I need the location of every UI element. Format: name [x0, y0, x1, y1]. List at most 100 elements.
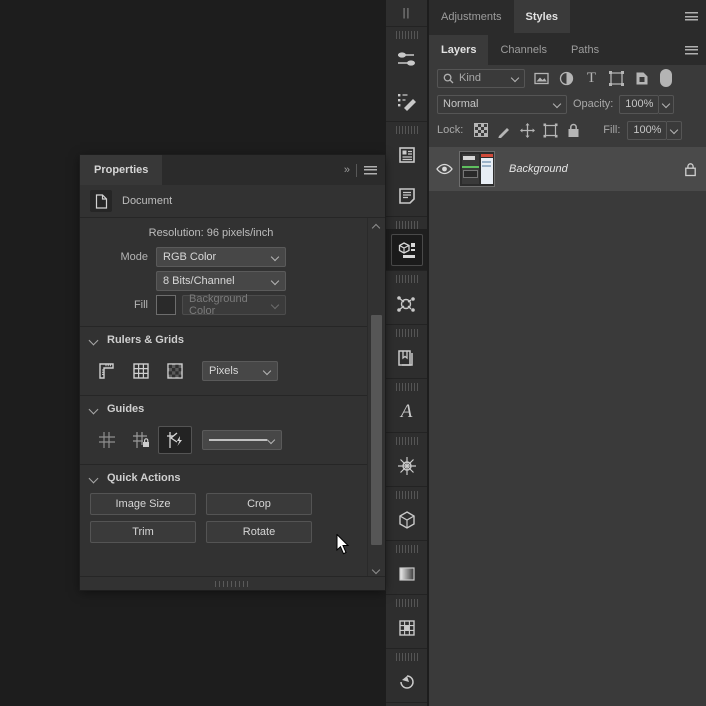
rail-grip[interactable] — [395, 545, 418, 553]
quick-actions-header[interactable]: Quick Actions — [80, 465, 368, 489]
rail-icon-paths[interactable] — [386, 283, 427, 324]
lock-position-button[interactable] — [516, 120, 538, 140]
fill-stepper[interactable] — [667, 120, 683, 140]
adjustments-styles-panel[interactable]: Adjustments Styles — [429, 0, 706, 33]
lock-all-button[interactable] — [562, 120, 584, 140]
units-select[interactable]: Pixels — [202, 361, 278, 381]
properties-tabbar[interactable]: Properties » — [80, 155, 385, 185]
layer-visibility-toggle[interactable] — [429, 163, 459, 175]
cube-list-icon — [398, 241, 415, 258]
rulers-grids-header[interactable]: Rulers & Grids — [80, 327, 368, 351]
rail-icon-brush-settings[interactable] — [386, 445, 427, 486]
rail-icon-notes[interactable] — [386, 175, 427, 216]
scrollbar-thumb[interactable] — [371, 315, 382, 545]
guides-title: Guides — [107, 403, 145, 415]
smart-guides-button[interactable] — [158, 426, 192, 454]
adjustments-tabbar[interactable]: Adjustments Styles — [429, 0, 706, 33]
rail-icon-history[interactable] — [386, 661, 427, 702]
lock-guides-button[interactable] — [124, 426, 158, 454]
fill-color-swatch[interactable] — [156, 295, 176, 315]
rail-grip[interactable] — [395, 275, 418, 283]
rail-grip[interactable] — [395, 31, 418, 39]
fill-select[interactable]: Background Color — [182, 293, 286, 317]
rail-icon-styles[interactable] — [386, 80, 427, 121]
panel-icon-rail[interactable]: || A — [386, 0, 427, 706]
crop-button[interactable]: Crop — [206, 493, 312, 515]
lock-row: Lock: Fill: 100% — [429, 117, 706, 143]
pattern-grid-icon — [398, 619, 415, 636]
rail-grip[interactable] — [395, 437, 418, 445]
fill-label: Fill — [133, 299, 148, 311]
image-size-button[interactable]: Image Size — [90, 493, 196, 515]
filter-type-button[interactable]: T — [579, 68, 604, 88]
type-T-icon: T — [586, 69, 597, 86]
rail-icon-patterns[interactable] — [386, 607, 427, 648]
properties-resize-grip[interactable] — [80, 576, 385, 590]
mode-value: RGB Color — [163, 251, 217, 263]
rail-grip[interactable] — [395, 383, 418, 391]
filter-adjustment-button[interactable] — [554, 68, 579, 88]
filter-shape-button[interactable] — [604, 68, 629, 88]
rail-icon-adjustments[interactable] — [386, 39, 427, 80]
properties-scroll-body[interactable]: Resolution: 96 pixels/inch Mode RGB Colo… — [80, 218, 385, 578]
tab-layers[interactable]: Layers — [429, 35, 489, 65]
rail-icon-properties[interactable] — [386, 134, 427, 175]
rail-grip[interactable] — [395, 221, 418, 229]
show-guides-button[interactable] — [90, 426, 124, 454]
adjustments-panel-menu[interactable] — [685, 0, 698, 33]
transparency-grid-toggle-button[interactable] — [158, 357, 192, 385]
rail-icon-layer-comps[interactable] — [386, 229, 427, 270]
rail-grip[interactable] — [395, 126, 418, 134]
tab-channels[interactable]: Channels — [488, 35, 558, 65]
opacity-stepper[interactable] — [659, 94, 675, 114]
rotate-button[interactable]: Rotate — [206, 521, 312, 543]
layer-name[interactable]: Background — [495, 163, 674, 175]
grid-toggle-button[interactable] — [124, 357, 158, 385]
scroll-up-button[interactable] — [368, 218, 385, 234]
layer-thumbnail[interactable] — [459, 151, 495, 187]
layer-filter-kind-select[interactable]: Kind — [437, 68, 525, 88]
rail-group-9 — [386, 545, 427, 595]
lock-artboard-button[interactable] — [539, 120, 561, 140]
layers-panel[interactable]: Layers Channels Paths Kind T Normal Opac… — [429, 35, 706, 706]
properties-panel[interactable]: Properties » Document Resolution: 96 pix… — [80, 155, 385, 590]
blend-mode-select[interactable]: Normal — [437, 94, 567, 114]
tab-styles[interactable]: Styles — [513, 0, 570, 33]
lock-transparency-button[interactable] — [470, 120, 492, 140]
guide-style-select[interactable] — [202, 430, 282, 450]
guides-header[interactable]: Guides — [80, 396, 368, 420]
mode-select[interactable]: RGB Color — [156, 247, 286, 267]
panel-menu-icon[interactable] — [364, 165, 377, 175]
rail-grip[interactable] — [395, 599, 418, 607]
chevron-down-icon — [264, 368, 271, 375]
tab-adjustments[interactable]: Adjustments — [429, 0, 514, 33]
filter-pixel-button[interactable] — [529, 68, 554, 88]
layers-tabbar[interactable]: Layers Channels Paths — [429, 35, 706, 65]
rail-group-4 — [386, 275, 427, 325]
properties-vertical-scrollbar[interactable] — [367, 218, 385, 578]
rail-group-1 — [386, 31, 427, 122]
trim-button[interactable]: Trim — [90, 521, 196, 543]
filter-smart-object-button[interactable] — [629, 68, 654, 88]
guides-smart-icon — [167, 432, 182, 448]
rail-icon-libraries[interactable] — [386, 337, 427, 378]
bit-depth-select[interactable]: 8 Bits/Channel — [156, 271, 286, 291]
rulers-toggle-button[interactable] — [90, 357, 124, 385]
rail-icon-character[interactable]: A — [386, 391, 427, 432]
rail-top-handle[interactable]: || — [386, 0, 427, 27]
rail-icon-gradients[interactable] — [386, 553, 427, 594]
collapse-to-icons-icon[interactable]: » — [344, 164, 350, 176]
rail-grip[interactable] — [395, 491, 418, 499]
fill-value-input[interactable]: 100% — [627, 120, 668, 140]
layer-filter-enable-toggle[interactable] — [660, 69, 672, 87]
tab-paths[interactable]: Paths — [559, 35, 611, 65]
layer-lock-indicator[interactable] — [674, 162, 706, 177]
lock-image-button[interactable] — [493, 120, 515, 140]
rail-grip[interactable] — [395, 653, 418, 661]
opacity-value-input[interactable]: 100% — [619, 94, 660, 114]
tab-properties[interactable]: Properties — [80, 155, 163, 185]
table-row[interactable]: Background — [429, 147, 706, 191]
layers-panel-menu[interactable] — [685, 35, 698, 65]
rail-icon-3d[interactable] — [386, 499, 427, 540]
rail-grip[interactable] — [395, 329, 418, 337]
